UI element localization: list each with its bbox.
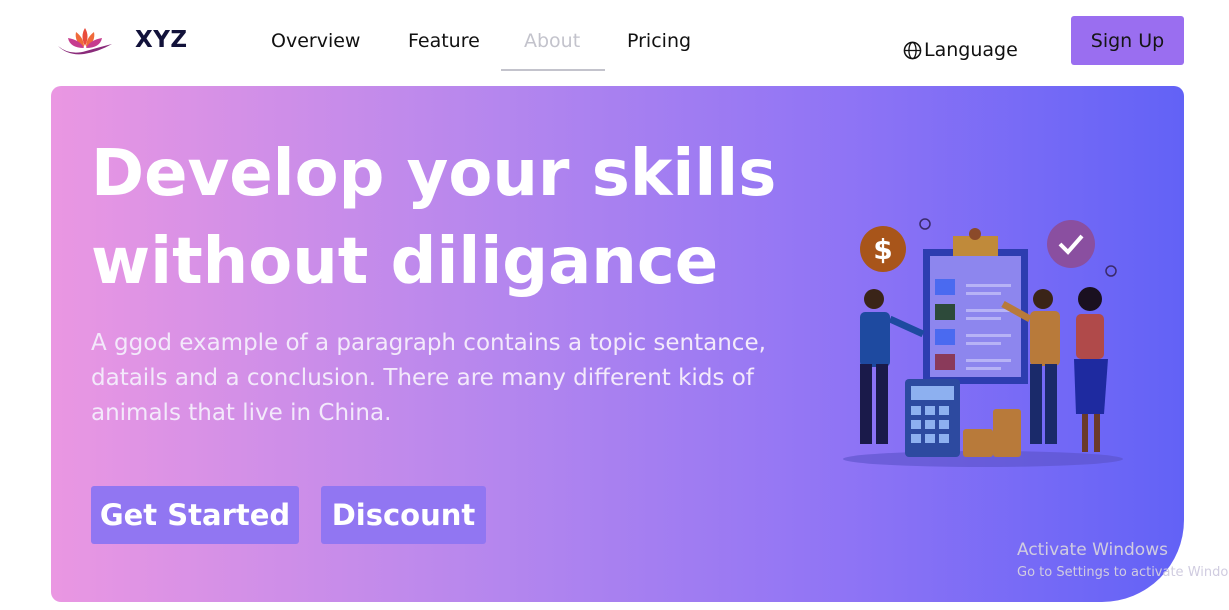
activate-windows-title: Activate Windows [1017,540,1168,560]
people-with-checklist-illustration: $ [843,218,1123,467]
globe-icon [903,41,922,59]
language-selector[interactable]: Language [903,39,1018,61]
nav-item-overview[interactable]: Overview [271,30,360,52]
discount-button[interactable]: Discount [321,486,486,544]
active-nav-underline [501,69,605,71]
top-navbar: XYZ Overview Feature About Pricing Langu… [0,0,1229,86]
hero-title-line-1: Develop your skills [91,137,777,211]
language-label: Language [924,39,1018,61]
lotus-logo-icon[interactable] [56,24,114,58]
nav-item-feature[interactable]: Feature [408,30,480,52]
get-started-button[interactable]: Get Started [91,486,299,544]
brand-name[interactable]: XYZ [135,27,188,53]
sign-up-button[interactable]: Sign Up [1071,16,1184,65]
nav-item-about[interactable]: About [524,30,580,52]
hero-banner: Develop your skills without diligance A … [51,86,1184,602]
svg-text:$: $ [873,233,892,266]
hero-title-line-2: without diligance [91,225,719,299]
hero-paragraph: A ggod example of a paragraph contains a… [91,330,766,426]
hero-title: Develop your skills without diligance [91,130,791,306]
activate-windows-subtitle: Go to Settings to activate Windows. [1017,565,1229,580]
nav-item-pricing[interactable]: Pricing [627,30,691,52]
